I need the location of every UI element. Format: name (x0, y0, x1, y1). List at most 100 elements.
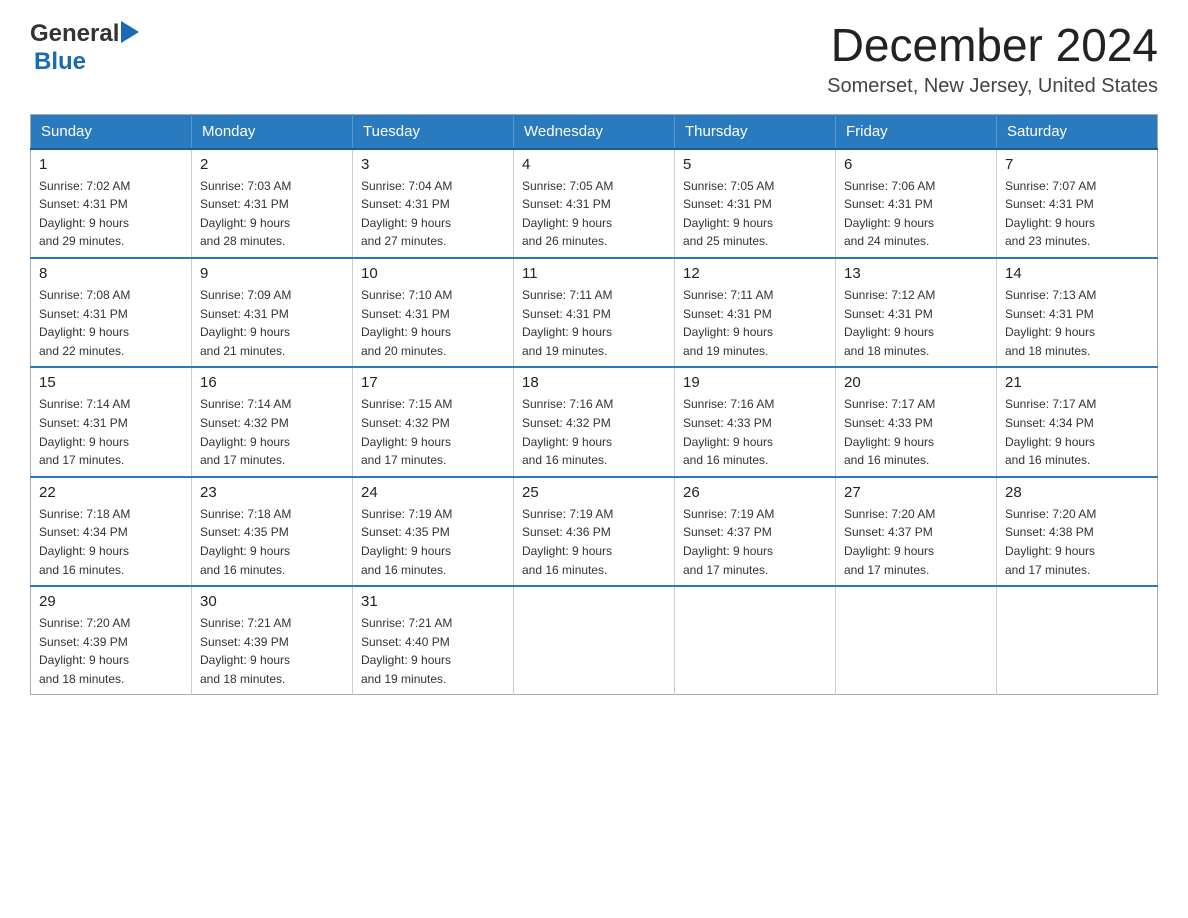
calendar-day-cell: 24 Sunrise: 7:19 AMSunset: 4:35 PMDaylig… (353, 477, 514, 586)
calendar-day-cell: 11 Sunrise: 7:11 AMSunset: 4:31 PMDaylig… (514, 258, 675, 367)
day-number: 27 (844, 484, 988, 501)
day-info: Sunrise: 7:20 AMSunset: 4:38 PMDaylight:… (1005, 507, 1096, 577)
day-number: 3 (361, 156, 505, 173)
logo-general-text: General (30, 20, 119, 48)
calendar-day-cell: 23 Sunrise: 7:18 AMSunset: 4:35 PMDaylig… (192, 477, 353, 586)
logo-arrow-icon (121, 21, 139, 43)
day-number: 13 (844, 265, 988, 282)
day-info: Sunrise: 7:08 AMSunset: 4:31 PMDaylight:… (39, 288, 130, 358)
calendar-day-cell: 12 Sunrise: 7:11 AMSunset: 4:31 PMDaylig… (675, 258, 836, 367)
weekday-header-thursday: Thursday (675, 114, 836, 149)
day-number: 6 (844, 156, 988, 173)
calendar-day-cell: 20 Sunrise: 7:17 AMSunset: 4:33 PMDaylig… (836, 367, 997, 476)
calendar-day-cell: 29 Sunrise: 7:20 AMSunset: 4:39 PMDaylig… (31, 586, 192, 695)
calendar-title-area: December 2024 Somerset, New Jersey, Unit… (827, 20, 1158, 98)
day-number: 11 (522, 265, 666, 282)
day-info: Sunrise: 7:05 AMSunset: 4:31 PMDaylight:… (683, 179, 774, 249)
day-info: Sunrise: 7:02 AMSunset: 4:31 PMDaylight:… (39, 179, 130, 249)
day-number: 9 (200, 265, 344, 282)
day-number: 26 (683, 484, 827, 501)
day-number: 18 (522, 374, 666, 391)
day-number: 16 (200, 374, 344, 391)
day-info: Sunrise: 7:09 AMSunset: 4:31 PMDaylight:… (200, 288, 291, 358)
day-number: 8 (39, 265, 183, 282)
day-number: 14 (1005, 265, 1149, 282)
day-number: 19 (683, 374, 827, 391)
weekday-header-sunday: Sunday (31, 114, 192, 149)
day-info: Sunrise: 7:06 AMSunset: 4:31 PMDaylight:… (844, 179, 935, 249)
day-info: Sunrise: 7:10 AMSunset: 4:31 PMDaylight:… (361, 288, 452, 358)
day-number: 7 (1005, 156, 1149, 173)
day-info: Sunrise: 7:19 AMSunset: 4:36 PMDaylight:… (522, 507, 613, 577)
calendar-day-cell: 17 Sunrise: 7:15 AMSunset: 4:32 PMDaylig… (353, 367, 514, 476)
location-subtitle: Somerset, New Jersey, United States (827, 75, 1158, 98)
day-number: 25 (522, 484, 666, 501)
calendar-day-cell: 6 Sunrise: 7:06 AMSunset: 4:31 PMDayligh… (836, 149, 997, 258)
calendar-day-cell: 21 Sunrise: 7:17 AMSunset: 4:34 PMDaylig… (997, 367, 1158, 476)
day-info: Sunrise: 7:13 AMSunset: 4:31 PMDaylight:… (1005, 288, 1096, 358)
weekday-header-wednesday: Wednesday (514, 114, 675, 149)
day-info: Sunrise: 7:20 AMSunset: 4:39 PMDaylight:… (39, 616, 130, 686)
calendar-day-cell: 5 Sunrise: 7:05 AMSunset: 4:31 PMDayligh… (675, 149, 836, 258)
day-info: Sunrise: 7:17 AMSunset: 4:34 PMDaylight:… (1005, 397, 1096, 467)
day-number: 24 (361, 484, 505, 501)
calendar-day-cell: 15 Sunrise: 7:14 AMSunset: 4:31 PMDaylig… (31, 367, 192, 476)
day-info: Sunrise: 7:18 AMSunset: 4:34 PMDaylight:… (39, 507, 130, 577)
month-year-title: December 2024 (827, 20, 1158, 71)
calendar-day-cell: 25 Sunrise: 7:19 AMSunset: 4:36 PMDaylig… (514, 477, 675, 586)
page-header: General Blue December 2024 Somerset, New… (30, 20, 1158, 98)
day-info: Sunrise: 7:15 AMSunset: 4:32 PMDaylight:… (361, 397, 452, 467)
logo: General Blue (30, 20, 139, 76)
day-number: 17 (361, 374, 505, 391)
day-number: 15 (39, 374, 183, 391)
calendar-day-cell: 19 Sunrise: 7:16 AMSunset: 4:33 PMDaylig… (675, 367, 836, 476)
day-info: Sunrise: 7:17 AMSunset: 4:33 PMDaylight:… (844, 397, 935, 467)
calendar-day-cell: 8 Sunrise: 7:08 AMSunset: 4:31 PMDayligh… (31, 258, 192, 367)
day-info: Sunrise: 7:07 AMSunset: 4:31 PMDaylight:… (1005, 179, 1096, 249)
calendar-day-cell: 14 Sunrise: 7:13 AMSunset: 4:31 PMDaylig… (997, 258, 1158, 367)
calendar-week-row: 8 Sunrise: 7:08 AMSunset: 4:31 PMDayligh… (31, 258, 1158, 367)
calendar-day-cell: 13 Sunrise: 7:12 AMSunset: 4:31 PMDaylig… (836, 258, 997, 367)
day-info: Sunrise: 7:05 AMSunset: 4:31 PMDaylight:… (522, 179, 613, 249)
calendar-day-cell: 10 Sunrise: 7:10 AMSunset: 4:31 PMDaylig… (353, 258, 514, 367)
calendar-day-cell (675, 586, 836, 695)
day-number: 21 (1005, 374, 1149, 391)
day-info: Sunrise: 7:04 AMSunset: 4:31 PMDaylight:… (361, 179, 452, 249)
day-number: 12 (683, 265, 827, 282)
day-info: Sunrise: 7:16 AMSunset: 4:32 PMDaylight:… (522, 397, 613, 467)
calendar-week-row: 22 Sunrise: 7:18 AMSunset: 4:34 PMDaylig… (31, 477, 1158, 586)
calendar-day-cell: 27 Sunrise: 7:20 AMSunset: 4:37 PMDaylig… (836, 477, 997, 586)
day-number: 4 (522, 156, 666, 173)
day-info: Sunrise: 7:14 AMSunset: 4:31 PMDaylight:… (39, 397, 130, 467)
calendar-day-cell: 3 Sunrise: 7:04 AMSunset: 4:31 PMDayligh… (353, 149, 514, 258)
calendar-week-row: 1 Sunrise: 7:02 AMSunset: 4:31 PMDayligh… (31, 149, 1158, 258)
calendar-day-cell: 30 Sunrise: 7:21 AMSunset: 4:39 PMDaylig… (192, 586, 353, 695)
calendar-week-row: 29 Sunrise: 7:20 AMSunset: 4:39 PMDaylig… (31, 586, 1158, 695)
weekday-header-friday: Friday (836, 114, 997, 149)
calendar-day-cell (836, 586, 997, 695)
day-number: 2 (200, 156, 344, 173)
day-number: 20 (844, 374, 988, 391)
calendar-day-cell: 2 Sunrise: 7:03 AMSunset: 4:31 PMDayligh… (192, 149, 353, 258)
calendar-day-cell: 31 Sunrise: 7:21 AMSunset: 4:40 PMDaylig… (353, 586, 514, 695)
day-info: Sunrise: 7:18 AMSunset: 4:35 PMDaylight:… (200, 507, 291, 577)
calendar-day-cell: 18 Sunrise: 7:16 AMSunset: 4:32 PMDaylig… (514, 367, 675, 476)
day-number: 5 (683, 156, 827, 173)
calendar-day-cell: 22 Sunrise: 7:18 AMSunset: 4:34 PMDaylig… (31, 477, 192, 586)
calendar-table: SundayMondayTuesdayWednesdayThursdayFrid… (30, 114, 1158, 696)
calendar-week-row: 15 Sunrise: 7:14 AMSunset: 4:31 PMDaylig… (31, 367, 1158, 476)
calendar-day-cell: 1 Sunrise: 7:02 AMSunset: 4:31 PMDayligh… (31, 149, 192, 258)
day-number: 22 (39, 484, 183, 501)
day-number: 31 (361, 593, 505, 610)
day-number: 10 (361, 265, 505, 282)
day-info: Sunrise: 7:14 AMSunset: 4:32 PMDaylight:… (200, 397, 291, 467)
logo-blue-text: Blue (34, 48, 86, 75)
day-info: Sunrise: 7:19 AMSunset: 4:35 PMDaylight:… (361, 507, 452, 577)
day-info: Sunrise: 7:12 AMSunset: 4:31 PMDaylight:… (844, 288, 935, 358)
day-number: 23 (200, 484, 344, 501)
day-info: Sunrise: 7:20 AMSunset: 4:37 PMDaylight:… (844, 507, 935, 577)
weekday-header-row: SundayMondayTuesdayWednesdayThursdayFrid… (31, 114, 1158, 149)
day-number: 29 (39, 593, 183, 610)
day-info: Sunrise: 7:21 AMSunset: 4:39 PMDaylight:… (200, 616, 291, 686)
day-info: Sunrise: 7:11 AMSunset: 4:31 PMDaylight:… (683, 288, 774, 358)
